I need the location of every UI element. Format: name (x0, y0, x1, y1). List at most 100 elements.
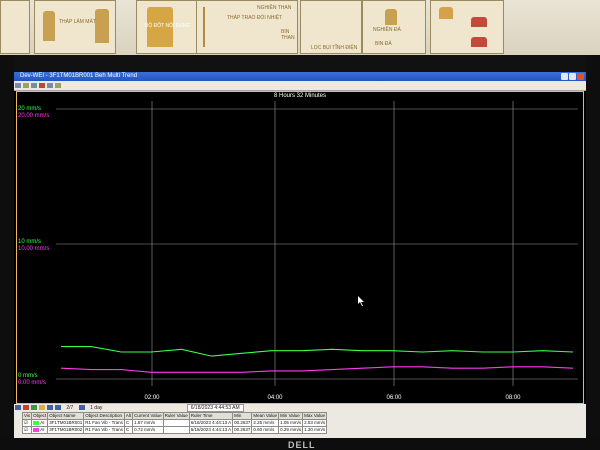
screen: Dev-WEI - 3F1TM01BR001 Beh Multi Trend 8… (14, 72, 586, 438)
object-type: AI (40, 420, 45, 425)
alt-cell: C (123, 419, 134, 427)
poster-label: BIN ĐÁ (375, 41, 392, 47)
column-header[interactable]: Alt (123, 412, 134, 420)
alt-cell: C (123, 426, 134, 434)
x-label: 02:00 (144, 395, 160, 401)
monitor-bezel-right (586, 55, 600, 450)
poster-label: NGHIỀN THAN (257, 5, 292, 11)
settings-icon[interactable] (47, 83, 53, 88)
ruler-value-cell (162, 419, 190, 427)
column-header[interactable]: Vis (21, 412, 33, 420)
poster-tank (385, 9, 397, 25)
poster-tank (471, 37, 487, 47)
y-label-magenta-bottom: 0.00 mm/s (18, 380, 47, 386)
pen-color-swatch (33, 427, 40, 432)
add-pen-icon[interactable] (15, 405, 21, 410)
open-icon[interactable] (15, 83, 21, 88)
mean-value-cell: 0.60 mm/s (251, 426, 280, 434)
trend-chart[interactable]: 8 Hours 32 Minutes 20 mm/s 20.00 mm/s 10… (14, 91, 586, 404)
save-icon[interactable] (23, 83, 29, 88)
pen-table: Vis Object Object Name Object Descriptio… (21, 412, 328, 434)
max-value-cell: 2.53 mm/s (302, 419, 328, 427)
trend-grid (56, 101, 578, 386)
object-name-cell: 3F1TM01BR002 (47, 426, 85, 434)
window-title: Dev-WEI - 3F1TM01BR001 Beh Multi Trend (20, 73, 138, 79)
poster-tank (43, 11, 55, 41)
minimize-button[interactable] (561, 73, 568, 80)
trend-series (60, 346, 574, 373)
series-line-1 (60, 366, 574, 373)
poster-label: BỘ ĐỐT NỘI DUNG (145, 23, 191, 29)
min-cell: 00.2637 (232, 426, 253, 434)
column-header[interactable]: Object (31, 412, 49, 420)
timestamp-field[interactable]: 6/18/2023 4:44:53 AM (186, 404, 244, 412)
back-icon[interactable] (47, 405, 53, 410)
table-row[interactable]: ☑ AI 3F1TM01BR001 R1 Fan Vib - Trans C 1… (21, 419, 328, 427)
pause-icon[interactable] (39, 405, 45, 410)
table-row[interactable]: ☑ AI 3F1TM01BR002 R1 Fan Vib - Trans C 0… (21, 426, 328, 434)
poster-panel: THÁP LÀM MÁT (34, 0, 116, 54)
poster-tank (95, 9, 109, 43)
ruler-time-cell: 6/18/2023 4:44:13 A (188, 419, 234, 427)
poster-tank (471, 17, 487, 27)
x-label: 04:00 (267, 395, 283, 401)
poster-label: BIN THAN (281, 29, 295, 41)
object-type-cell: AI (31, 419, 49, 427)
y-label-green-bottom: 0 mm/s (18, 373, 38, 379)
poster-label: NGHIỀN ĐÁ (373, 27, 401, 33)
poster-label: THÁP LÀM MÁT (59, 19, 96, 25)
y-label-green-top: 20 mm/s (18, 106, 42, 112)
column-header[interactable]: Object Description (83, 412, 125, 420)
close-button[interactable] (577, 73, 584, 80)
forward-icon[interactable] (55, 405, 61, 410)
column-header[interactable]: Mean Value (251, 412, 280, 420)
y-label-magenta-top: 20.00 mm/s (18, 113, 50, 119)
monitor-bezel-top (0, 55, 600, 73)
y-label-green-mid: 10 mm/s (18, 239, 42, 245)
column-header[interactable]: Min (232, 412, 253, 420)
min-value-cell: 1.05 mm/s (278, 419, 304, 427)
monitor-brand-logo: DELL (288, 440, 316, 450)
ruler-time-cell: 6/18/2023 4:44:13 A (188, 426, 234, 434)
poster-panel (430, 0, 504, 54)
pen-table-toolbar: 2/7 1 day 6/18/2023 4:44:53 AM (14, 404, 586, 412)
pen-color-swatch (33, 420, 40, 425)
ruler-value-cell (162, 426, 190, 434)
current-value-cell: 1.87 mm/s (132, 419, 164, 427)
print-icon[interactable] (31, 83, 37, 88)
calendar-icon[interactable] (78, 405, 85, 410)
object-name-cell: 3F1TM01BR001 (47, 419, 85, 427)
trend-duration: 8 Hours 32 Minutes (273, 93, 327, 99)
object-description-cell: R1 Fan Vib - Trans (83, 419, 125, 427)
delete-icon[interactable] (39, 83, 45, 88)
min-cell: 00.2637 (232, 419, 253, 427)
poster-panel: THÁP TRAO ĐỔI NHIỆT NGHIỀN THAN BIN THAN (196, 0, 298, 54)
min-value-cell: 0.29 mm/s (278, 426, 304, 434)
zoom-icon[interactable] (55, 83, 61, 88)
poster-label: THÁP TRAO ĐỔI NHIỆT (227, 15, 283, 21)
object-description-cell: R1 Fan Vib - Trans (83, 426, 125, 434)
pen-table-area: 2/7 1 day 6/18/2023 4:44:53 AM Vis Objec… (14, 404, 586, 438)
column-header[interactable]: Current Value (132, 412, 164, 420)
column-header[interactable]: Min Value (278, 412, 304, 420)
maximize-button[interactable] (569, 73, 576, 80)
time-span-select[interactable]: 1 day (90, 404, 102, 412)
visibility-checkbox[interactable]: ☑ (21, 426, 33, 434)
visibility-checkbox[interactable]: ☑ (21, 419, 33, 427)
poster-panel: BỘ ĐỐT NỘI DUNG (136, 0, 198, 54)
poster-panel (0, 0, 30, 54)
table-header-row: Vis Object Object Name Object Descriptio… (21, 412, 328, 420)
window-titlebar: Dev-WEI - 3F1TM01BR001 Beh Multi Trend (14, 72, 586, 81)
max-value-cell: 1.30 mm/s (302, 426, 328, 434)
trend-plot-area[interactable] (56, 101, 578, 386)
object-type-cell: AI (31, 426, 49, 434)
column-header[interactable]: Max Value (302, 412, 328, 420)
column-header[interactable]: Ruler Value (162, 412, 190, 420)
column-header[interactable]: Object Name (47, 412, 85, 420)
series-line-0 (61, 346, 574, 357)
mouse-cursor-icon (358, 296, 364, 306)
remove-pen-icon[interactable] (23, 405, 29, 410)
play-icon[interactable] (31, 405, 37, 410)
column-header[interactable]: Ruler Time (188, 412, 234, 420)
object-type: AI (40, 427, 45, 432)
